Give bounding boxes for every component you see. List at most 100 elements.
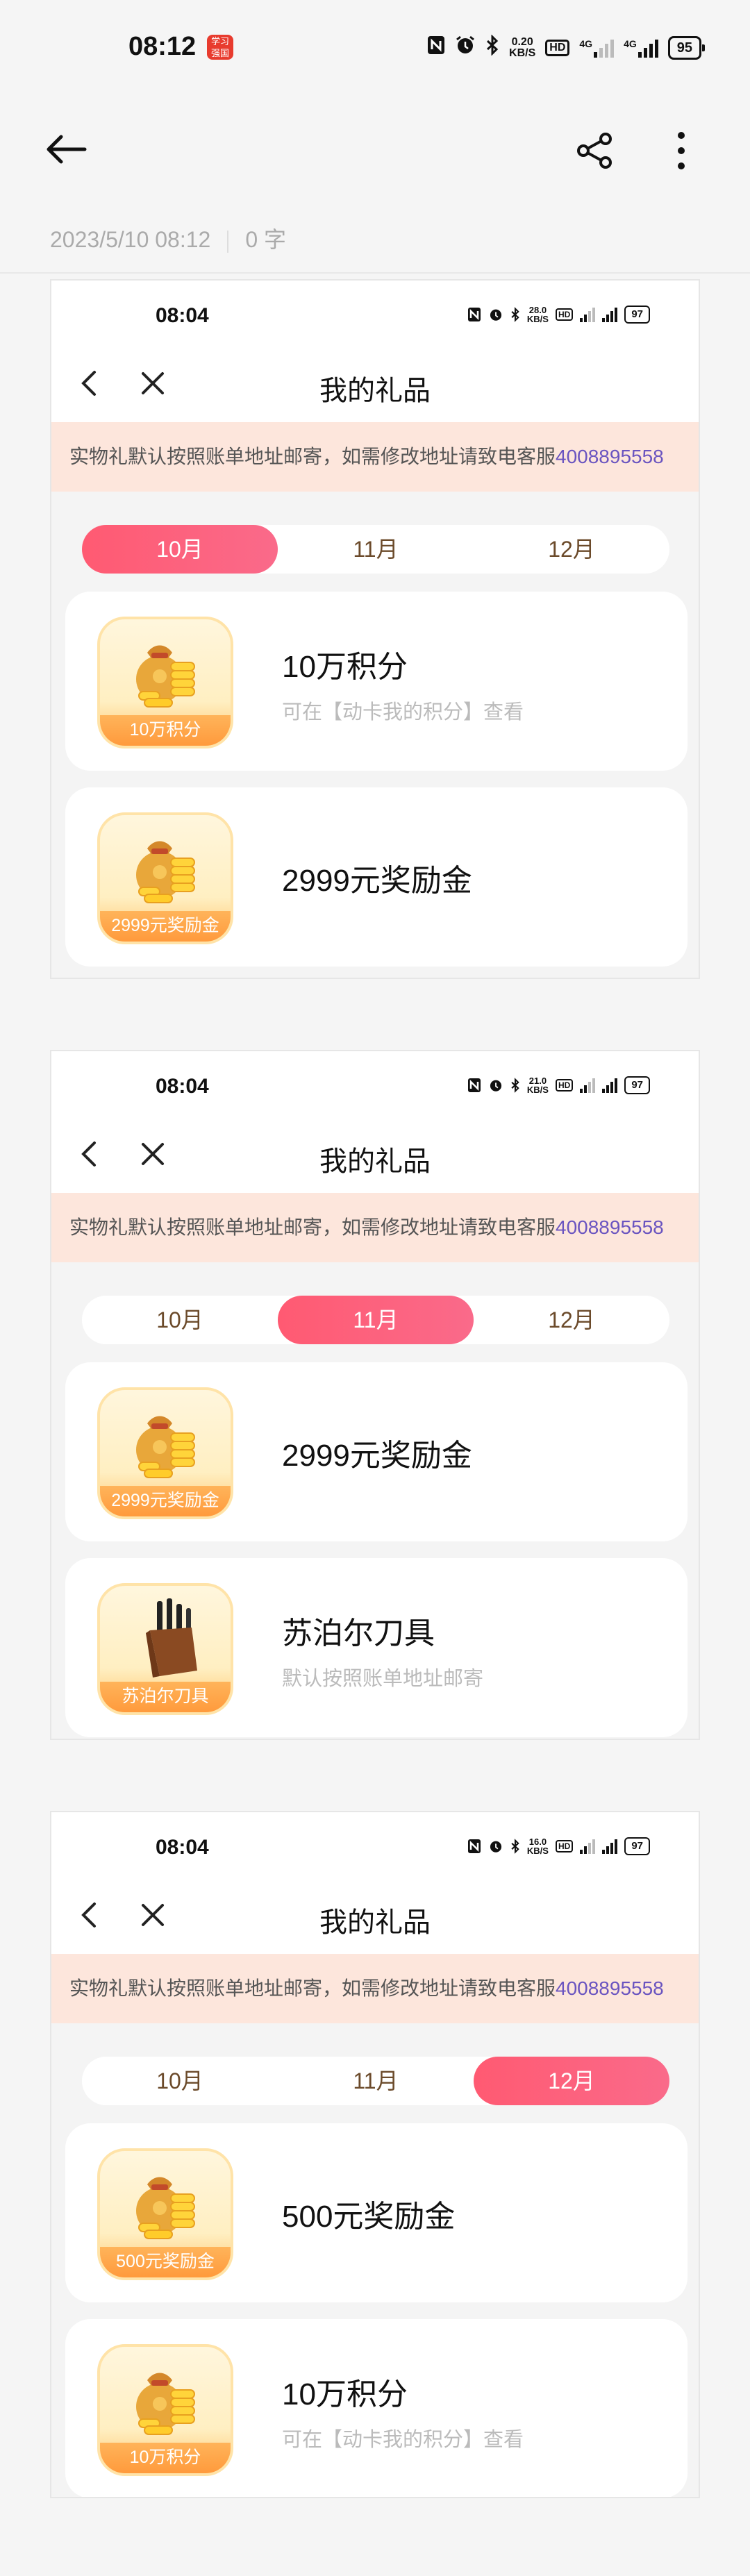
inner-status-icons: 21.0 KB/S HD 97 [467,1076,650,1094]
alarm-icon [490,1080,501,1092]
gift-image-caption: 苏泊尔刀具 [100,1682,231,1712]
signal-1-icon [580,307,596,322]
hd-badge: HD [555,1079,574,1092]
divider [227,230,229,253]
back-button[interactable] [43,132,92,167]
inner-header: 08:04 21.0 KB/S HD 97 我的礼品 [51,1051,699,1193]
service-phone-link[interactable]: 4008895558 [556,446,664,467]
gift-card[interactable]: 苏泊尔刀具 苏泊尔刀具 默认按照账单地址邮寄 [65,1558,688,1737]
signal-1-icon [580,1078,596,1093]
bluetooth-icon [511,307,519,322]
gift-image: 10万积分 [97,2344,233,2476]
network-speed: 16.0 KB/S [526,1837,549,1856]
gift-image-caption: 500元奖励金 [100,2247,231,2277]
top-nav [0,97,750,201]
gift-card[interactable]: 500元奖励金 500元奖励金 [65,2123,688,2302]
service-phone-link[interactable]: 4008895558 [556,1216,664,1238]
hd-badge: HD [555,1840,574,1852]
gift-image-caption: 10万积分 [100,2443,231,2473]
share-icon [577,133,612,169]
gift-image-caption: 10万积分 [100,715,231,746]
gift-subtitle: 可在【动卡我的积分】查看 [282,2429,524,2451]
word-count: 0 字 [245,227,287,252]
alarm-icon [490,1841,501,1852]
page-title: 我的礼品 [319,1146,431,1177]
signal-1-icon: 4G [579,38,615,58]
divider [0,272,750,274]
month-tabs: 10月 11月 12月 [82,525,669,574]
tab-month[interactable]: 10月 [82,525,278,574]
network-speed: 0.20 KB/S [509,35,536,59]
page-title: 我的礼品 [319,376,431,406]
gift-name: 10万积分 [282,2377,408,2411]
battery-indicator: 97 [624,1837,650,1855]
tab-month[interactable]: 12月 [474,525,669,574]
inner-status-time: 08:04 [156,1075,209,1098]
hd-badge: HD [545,39,570,56]
app-badge-icon: 学习 强国 [207,35,233,60]
gift-screenshot: 08:04 28.0 KB/S HD 97 我的礼品 实物礼默认按照账单地址邮寄… [50,279,700,979]
inner-status-icons: 28.0 KB/S HD 97 [467,306,650,324]
gift-image: 苏泊尔刀具 [97,1583,233,1715]
service-phone-link[interactable]: 4008895558 [556,1977,664,1999]
alarm-icon [455,35,476,60]
gift-name: 500元奖励金 [282,2200,456,2234]
note-date: 2023/5/10 08:12 [50,227,211,252]
gift-card[interactable]: 2999元奖励金 2999元奖励金 [65,1362,688,1541]
note-meta: 2023/5/10 08:12 0 字 [50,222,286,254]
gift-screenshot: 08:04 16.0 KB/S HD 97 我的礼品 实物礼默认按照账单地址邮寄… [50,1811,700,2498]
gift-image: 2999元奖励金 [97,1387,233,1519]
gift-name: 10万积分 [282,650,408,684]
signal-2-icon [602,1078,618,1093]
notice-text: 实物礼默认按照账单地址邮寄，如需修改地址请致电客服 [69,1977,556,1999]
inner-status-time: 08:04 [156,1836,209,1859]
more-button[interactable] [672,128,690,173]
arrow-left-icon [47,135,87,164]
address-notice: 实物礼默认按照账单地址邮寄，如需修改地址请致电客服4008895558 [51,422,699,492]
nfc-icon [467,1078,481,1092]
page-title: 我的礼品 [319,1907,431,1938]
network-speed: 21.0 KB/S [526,1076,549,1095]
gift-screenshot: 08:04 21.0 KB/S HD 97 我的礼品 实物礼默认按照账单地址邮寄… [50,1050,700,1740]
tab-month[interactable]: 11月 [278,2057,474,2105]
gift-card[interactable]: 2999元奖励金 2999元奖励金 [65,787,688,967]
tab-month[interactable]: 10月 [82,2057,278,2105]
gift-image: 10万积分 [97,617,233,748]
more-vertical-icon [678,132,685,169]
inner-status-icons: 16.0 KB/S HD 97 [467,1837,650,1855]
gift-image: 2999元奖励金 [97,812,233,944]
gift-image-caption: 2999元奖励金 [100,911,231,942]
nfc-icon [427,35,445,60]
tab-month[interactable]: 11月 [278,1296,474,1344]
address-notice: 实物礼默认按照账单地址邮寄，如需修改地址请致电客服4008895558 [51,1193,699,1262]
inner-header: 08:04 16.0 KB/S HD 97 我的礼品 [51,1812,699,1954]
bluetooth-icon [511,1839,519,1854]
gift-card[interactable]: 10万积分 10万积分 可在【动卡我的积分】查看 [65,592,688,771]
month-tabs: 10月 11月 12月 [82,1296,669,1344]
gift-name: 苏泊尔刀具 [282,1616,435,1650]
notice-text: 实物礼默认按照账单地址邮寄，如需修改地址请致电客服 [69,446,556,467]
nfc-icon [467,1839,481,1853]
tab-month[interactable]: 11月 [278,525,474,574]
inner-status-time: 08:04 [156,304,209,327]
month-tabs: 10月 11月 12月 [82,2057,669,2105]
tab-month[interactable]: 12月 [474,1296,669,1344]
gift-name: 2999元奖励金 [282,864,472,898]
gift-card[interactable]: 10万积分 10万积分 可在【动卡我的积分】查看 [65,2319,688,2497]
address-notice: 实物礼默认按照账单地址邮寄，如需修改地址请致电客服4008895558 [51,1954,699,2023]
inner-header: 08:04 28.0 KB/S HD 97 我的礼品 [51,281,699,422]
battery-indicator: 97 [624,306,650,324]
status-time: 08:12 [128,32,197,61]
signal-1-icon [580,1839,596,1854]
signal-2-icon [602,1839,618,1854]
tab-month[interactable]: 12月 [474,2057,669,2105]
status-bar: 08:12 学习 强国 0.20 KB/S HD 4G 4G 95 [0,0,750,97]
gift-name: 2999元奖励金 [282,1439,472,1473]
share-button[interactable] [575,131,615,171]
gift-image: 500元奖励金 [97,2148,233,2280]
nfc-icon [467,308,481,321]
bluetooth-icon [511,1078,519,1093]
gift-subtitle: 可在【动卡我的积分】查看 [282,701,524,724]
battery-indicator: 95 [667,35,706,60]
tab-month[interactable]: 10月 [82,1296,278,1344]
